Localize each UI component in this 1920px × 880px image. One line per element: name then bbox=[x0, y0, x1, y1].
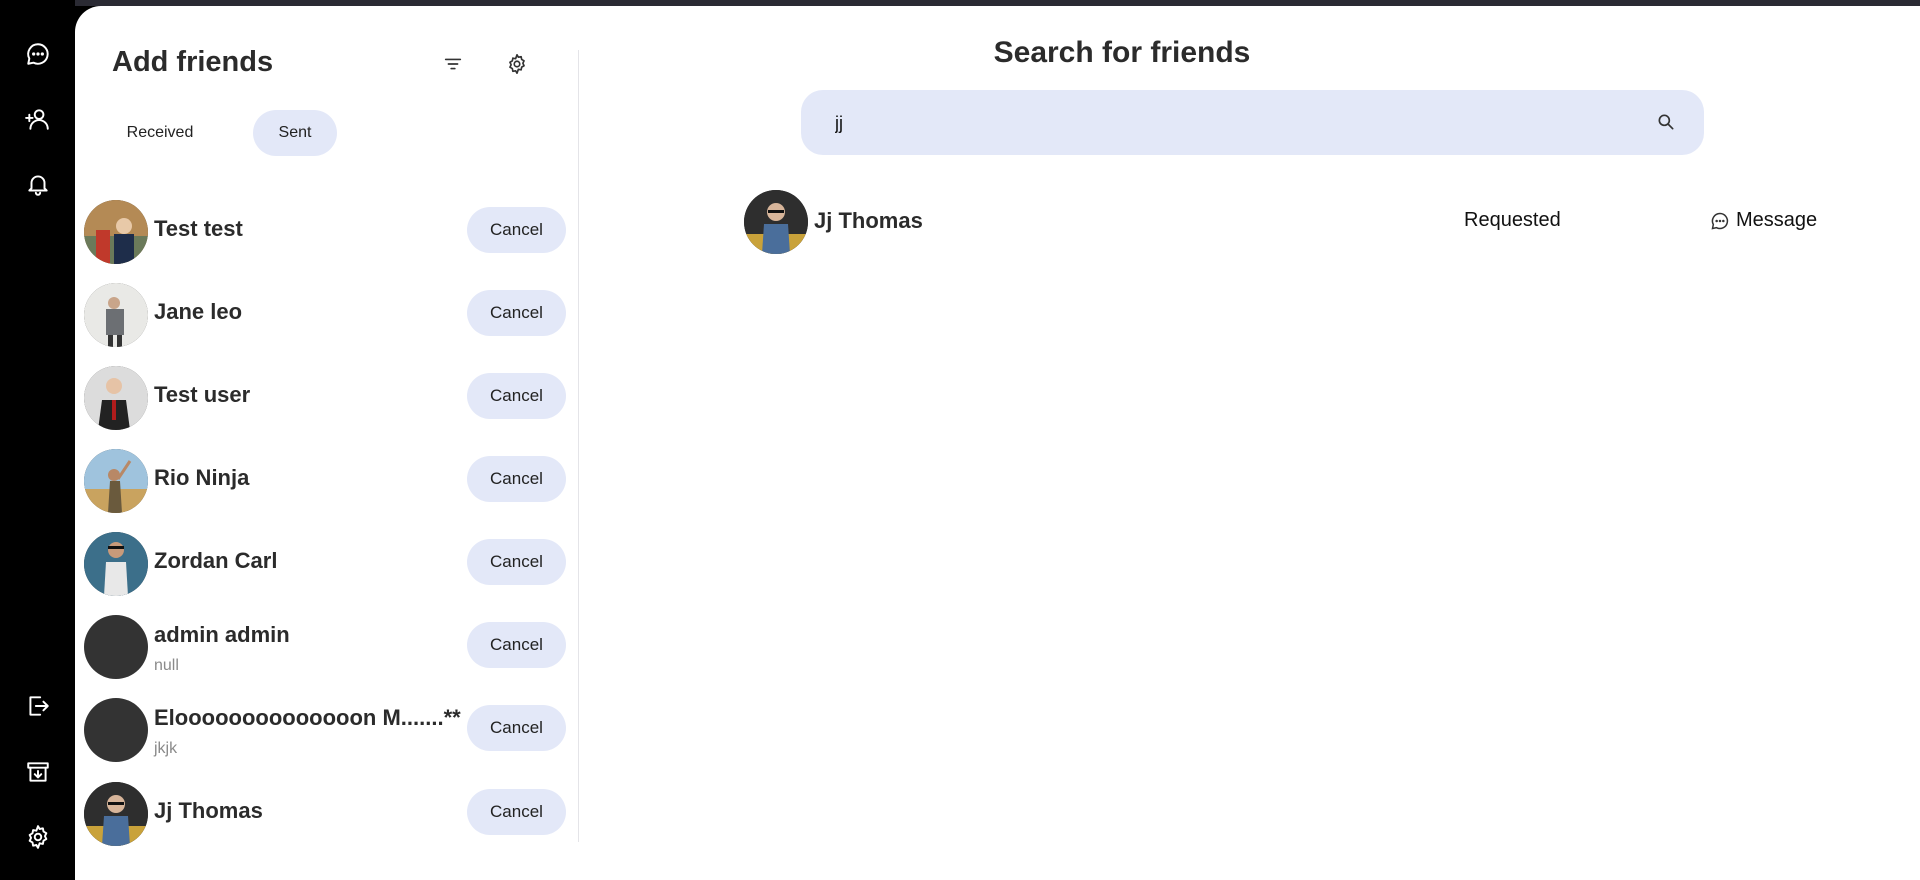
friend-name: Jane leo bbox=[154, 299, 243, 324]
cancel-request-button[interactable]: Cancel bbox=[467, 456, 566, 502]
search-input[interactable] bbox=[835, 108, 1615, 138]
request-status: Requested bbox=[1464, 209, 1561, 231]
cancel-request-button[interactable]: Cancel bbox=[467, 207, 566, 253]
avatar bbox=[84, 532, 148, 596]
panel-divider bbox=[578, 50, 579, 842]
avatar bbox=[84, 698, 148, 762]
search-bar bbox=[801, 90, 1704, 155]
cancel-request-button[interactable]: Cancel bbox=[467, 789, 566, 835]
friend-name: Jj Thomas bbox=[154, 798, 263, 823]
add-user-icon[interactable] bbox=[22, 103, 54, 135]
search-title: Search for friends bbox=[993, 36, 1251, 69]
chat-bubble-icon[interactable] bbox=[22, 38, 54, 70]
result-name: Jj Thomas bbox=[814, 208, 923, 233]
list-item: Test test Cancel bbox=[75, 200, 578, 266]
friend-subtitle: jkjk bbox=[154, 740, 178, 757]
chat-bubble-icon bbox=[1711, 212, 1729, 229]
message-button[interactable]: Message bbox=[1710, 209, 1817, 232]
list-item: Test user Cancel bbox=[75, 366, 578, 432]
friends-app: Add friends Received Sent Test test Canc… bbox=[75, 6, 1920, 880]
panel-title: Add friends bbox=[112, 46, 274, 78]
list-item: Rio Ninja Cancel bbox=[75, 449, 578, 515]
avatar bbox=[84, 449, 148, 513]
friend-subtitle: null bbox=[154, 657, 179, 674]
bell-icon[interactable] bbox=[22, 168, 54, 200]
list-item: Zordan Carl Cancel bbox=[75, 532, 578, 598]
gear-icon[interactable] bbox=[503, 50, 531, 78]
archive-icon[interactable] bbox=[22, 756, 54, 788]
cancel-request-button[interactable]: Cancel bbox=[467, 705, 566, 751]
avatar bbox=[84, 200, 148, 264]
list-item: admin admin null Cancel bbox=[75, 615, 578, 681]
navigation-rail bbox=[0, 0, 75, 880]
friend-name: Zordan Carl bbox=[154, 548, 278, 573]
cancel-request-button[interactable]: Cancel bbox=[467, 622, 566, 668]
cancel-request-button[interactable]: Cancel bbox=[467, 373, 566, 419]
list-item: Eloooooooooooooon M.......** jkjk Cancel bbox=[75, 698, 578, 764]
search-icon[interactable] bbox=[1656, 112, 1678, 134]
friend-name: Test user bbox=[154, 382, 251, 407]
friend-name: admin admin bbox=[154, 622, 290, 647]
filter-icon[interactable] bbox=[439, 50, 467, 78]
add-friends-panel: Add friends Received Sent Test test Canc… bbox=[75, 6, 578, 880]
friend-name: Eloooooooooooooon M.......** bbox=[154, 705, 461, 730]
search-result-item: Jj Thomas Requested Message bbox=[744, 190, 1844, 256]
friend-name: Rio Ninja bbox=[154, 465, 250, 490]
cancel-request-button[interactable]: Cancel bbox=[467, 539, 566, 585]
avatar bbox=[84, 283, 148, 347]
avatar bbox=[84, 366, 148, 430]
avatar bbox=[744, 190, 808, 254]
cancel-request-button[interactable]: Cancel bbox=[467, 290, 566, 336]
list-item: Jane leo Cancel bbox=[75, 283, 578, 349]
avatar bbox=[84, 615, 148, 679]
tab-received[interactable]: Received bbox=[112, 110, 208, 156]
logout-icon[interactable] bbox=[22, 690, 54, 722]
list-item: Jj Thomas Cancel bbox=[75, 782, 578, 848]
friend-name: Test test bbox=[154, 216, 243, 241]
gear-icon[interactable] bbox=[22, 821, 54, 853]
tab-sent[interactable]: Sent bbox=[253, 110, 337, 156]
avatar bbox=[84, 782, 148, 846]
message-label: Message bbox=[1736, 209, 1818, 231]
